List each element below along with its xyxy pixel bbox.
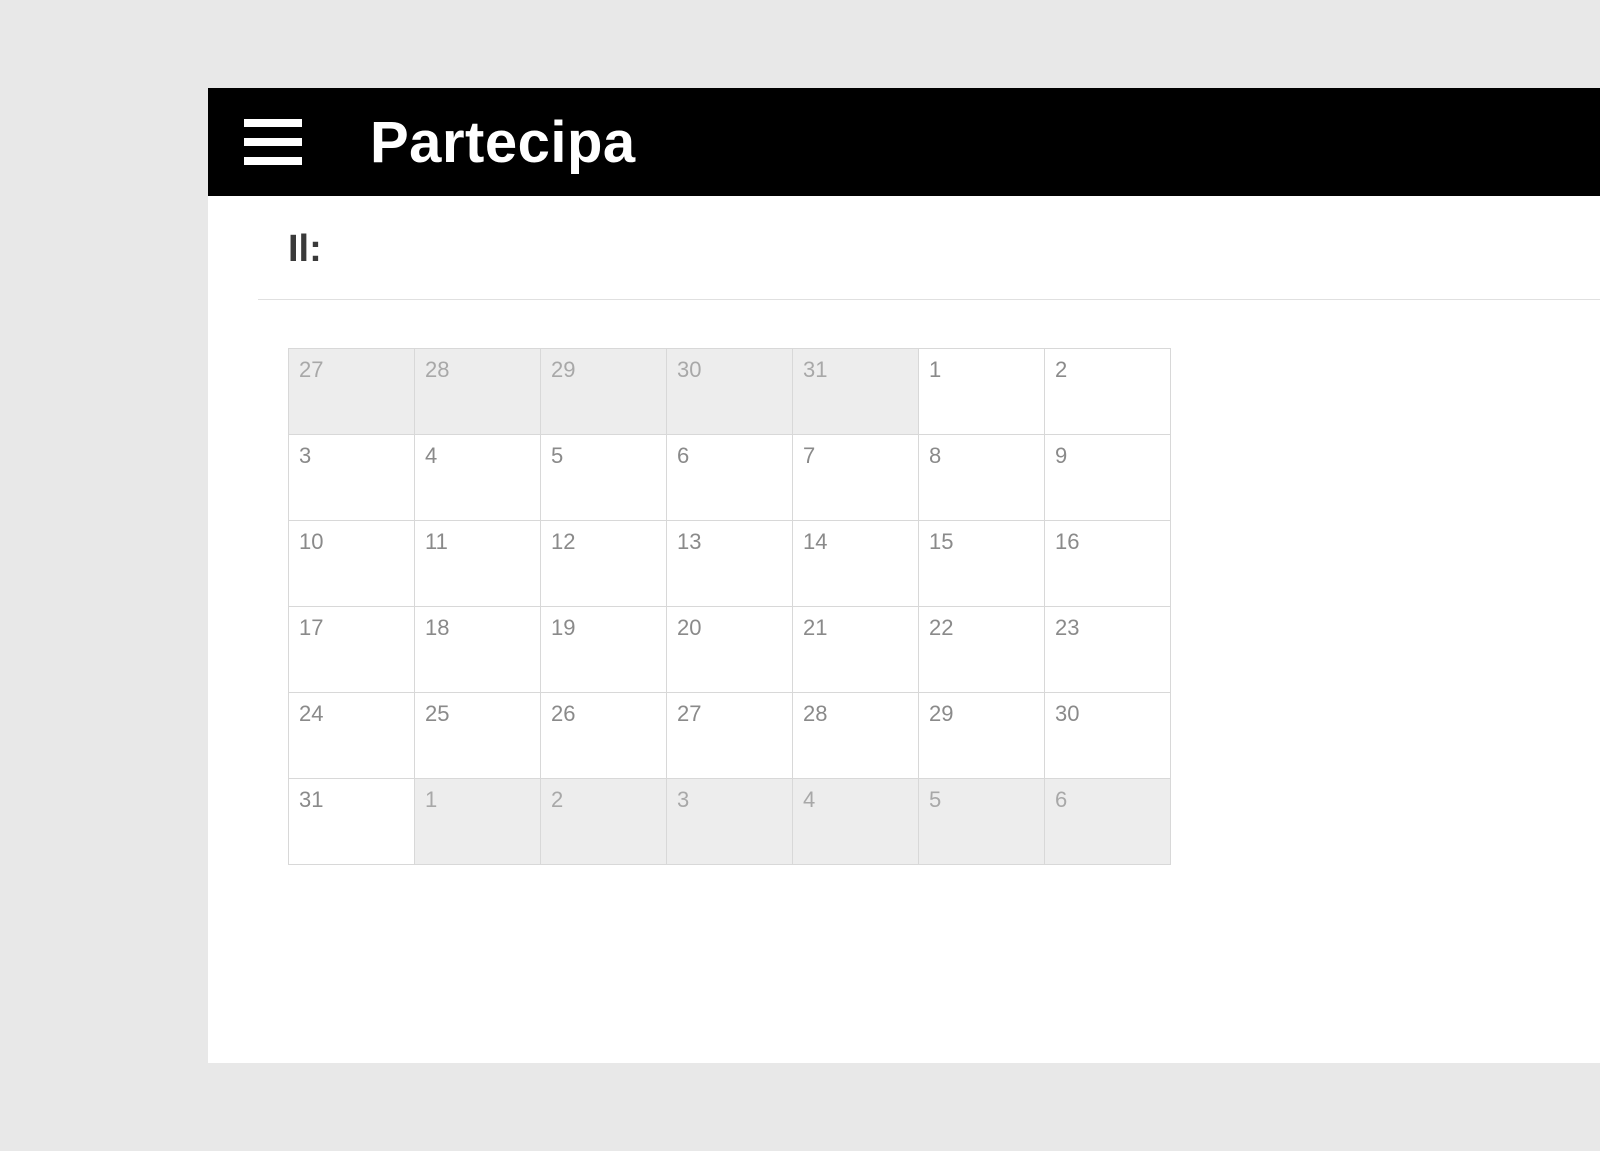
day-number: 30 [1055, 701, 1079, 726]
day-number: 6 [1055, 787, 1067, 812]
day-number: 1 [929, 357, 941, 382]
calendar-day[interactable]: 31 [289, 779, 415, 865]
header-bar: Partecipa [208, 88, 1600, 196]
calendar-day[interactable]: 25 [415, 693, 541, 779]
day-number: 6 [677, 443, 689, 468]
day-number: 20 [677, 615, 701, 640]
hamburger-menu-icon[interactable] [244, 119, 302, 165]
day-number: 3 [299, 443, 311, 468]
day-number: 8 [929, 443, 941, 468]
page-wrapper: Partecipa Il: 27282930311234567891011121… [208, 88, 1600, 1063]
day-number: 4 [425, 443, 437, 468]
calendar-day[interactable]: 30 [1045, 693, 1171, 779]
divider [258, 299, 1600, 300]
day-number: 5 [929, 787, 941, 812]
day-number: 7 [803, 443, 815, 468]
calendar-day[interactable]: 28 [793, 693, 919, 779]
calendar-day[interactable]: 6 [1045, 779, 1171, 865]
day-number: 21 [803, 615, 827, 640]
calendar-day[interactable]: 22 [919, 607, 1045, 693]
day-number: 30 [677, 357, 701, 382]
calendar-day[interactable]: 5 [919, 779, 1045, 865]
day-number: 13 [677, 529, 701, 554]
calendar-day[interactable]: 1 [415, 779, 541, 865]
calendar-day[interactable]: 19 [541, 607, 667, 693]
calendar-day[interactable]: 29 [541, 349, 667, 435]
day-number: 26 [551, 701, 575, 726]
calendar-day[interactable]: 26 [541, 693, 667, 779]
calendar-day[interactable]: 4 [415, 435, 541, 521]
calendar-day[interactable]: 24 [289, 693, 415, 779]
calendar-day[interactable]: 28 [415, 349, 541, 435]
header-title: Partecipa [370, 109, 636, 176]
day-number: 28 [425, 357, 449, 382]
calendar-day[interactable]: 14 [793, 521, 919, 607]
day-number: 2 [551, 787, 563, 812]
day-number: 31 [299, 787, 323, 812]
calendar-day[interactable]: 17 [289, 607, 415, 693]
day-number: 9 [1055, 443, 1067, 468]
hamburger-line [244, 138, 302, 146]
day-number: 31 [803, 357, 827, 382]
hamburger-line [244, 119, 302, 127]
day-number: 15 [929, 529, 953, 554]
day-number: 24 [299, 701, 323, 726]
calendar-day[interactable]: 15 [919, 521, 1045, 607]
calendar-day[interactable]: 30 [667, 349, 793, 435]
calendar-day[interactable]: 18 [415, 607, 541, 693]
calendar-day[interactable]: 8 [919, 435, 1045, 521]
day-number: 22 [929, 615, 953, 640]
calendar-day[interactable]: 4 [793, 779, 919, 865]
calendar-day[interactable]: 2 [541, 779, 667, 865]
day-number: 16 [1055, 529, 1079, 554]
day-number: 4 [803, 787, 815, 812]
calendar-day[interactable]: 5 [541, 435, 667, 521]
calendar-day[interactable]: 23 [1045, 607, 1171, 693]
day-number: 27 [677, 701, 701, 726]
content-area: Il: 272829303112345678910111213141516171… [208, 196, 1600, 865]
day-number: 29 [929, 701, 953, 726]
day-number: 2 [1055, 357, 1067, 382]
day-number: 17 [299, 615, 323, 640]
day-number: 5 [551, 443, 563, 468]
day-number: 14 [803, 529, 827, 554]
calendar-day[interactable]: 3 [667, 779, 793, 865]
calendar-day[interactable]: 1 [919, 349, 1045, 435]
calendar-day[interactable]: 29 [919, 693, 1045, 779]
calendar-day[interactable]: 2 [1045, 349, 1171, 435]
day-number: 25 [425, 701, 449, 726]
page-label: Il: [288, 228, 1600, 271]
day-number: 29 [551, 357, 575, 382]
calendar-day[interactable]: 27 [667, 693, 793, 779]
day-number: 28 [803, 701, 827, 726]
calendar-day[interactable]: 13 [667, 521, 793, 607]
day-number: 10 [299, 529, 323, 554]
day-number: 11 [425, 529, 448, 554]
calendar-day[interactable]: 6 [667, 435, 793, 521]
calendar-day[interactable]: 21 [793, 607, 919, 693]
day-number: 1 [425, 787, 437, 812]
calendar-day[interactable]: 20 [667, 607, 793, 693]
calendar-day[interactable]: 3 [289, 435, 415, 521]
calendar-day[interactable]: 31 [793, 349, 919, 435]
calendar-day[interactable]: 10 [289, 521, 415, 607]
calendar-day[interactable]: 7 [793, 435, 919, 521]
calendar-day[interactable]: 12 [541, 521, 667, 607]
day-number: 23 [1055, 615, 1079, 640]
calendar-day[interactable]: 27 [289, 349, 415, 435]
calendar-day[interactable]: 9 [1045, 435, 1171, 521]
day-number: 18 [425, 615, 449, 640]
calendar-day[interactable]: 11 [415, 521, 541, 607]
day-number: 19 [551, 615, 575, 640]
day-number: 27 [299, 357, 323, 382]
calendar-grid: 2728293031123456789101112131415161718192… [288, 348, 1171, 865]
day-number: 3 [677, 787, 689, 812]
calendar-day[interactable]: 16 [1045, 521, 1171, 607]
hamburger-line [244, 157, 302, 165]
day-number: 12 [551, 529, 575, 554]
